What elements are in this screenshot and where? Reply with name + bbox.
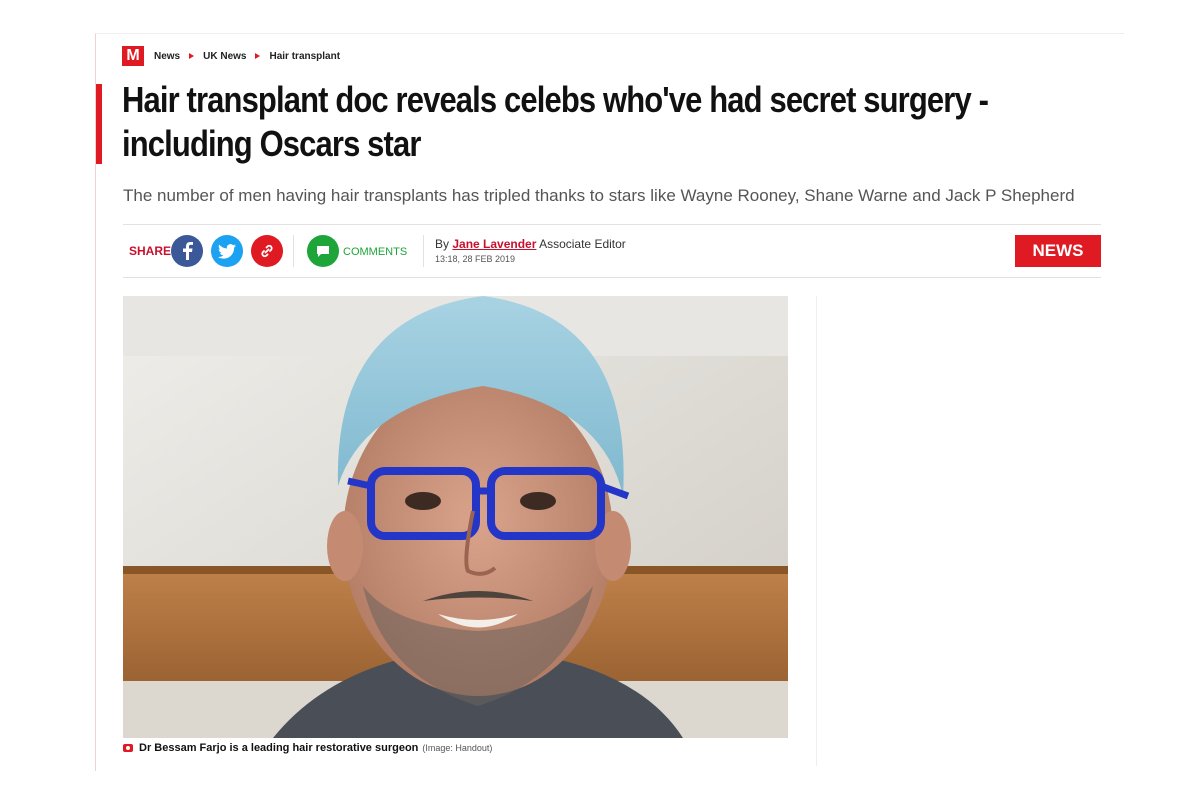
mirror-logo[interactable]: M (122, 46, 144, 66)
byline-divider (423, 235, 424, 267)
link-icon (261, 244, 273, 258)
author-role: Associate Editor (539, 237, 626, 251)
headline-accent-bar (96, 84, 102, 164)
breadcrumb-item-uk-news[interactable]: UK News (203, 51, 246, 62)
breadcrumb-arrow-icon (189, 53, 195, 59)
twitter-icon (218, 243, 236, 259)
article-headline: Hair transplant doc reveals celebs who'v… (122, 79, 989, 164)
surgeon-portrait-image (123, 296, 788, 738)
breadcrumb-arrow-icon (255, 53, 261, 59)
article-photo[interactable] (123, 296, 788, 738)
share-bar: SHARE COMMENTS By Jane Lavender Associat… (123, 224, 1101, 278)
share-label: SHARE (129, 244, 172, 258)
facebook-icon (183, 242, 193, 260)
share-divider (293, 235, 294, 267)
photo-caption: Dr Bessam Farjo is a leading hair restor… (123, 742, 492, 754)
image-credit: (Image: Handout) (422, 743, 493, 753)
sidebar-divider (816, 296, 817, 766)
breadcrumb-item-hair-transplant[interactable]: Hair transplant (269, 51, 340, 62)
comment-icon (317, 245, 329, 257)
author-link[interactable]: Jane Lavender (452, 237, 536, 251)
article-page: M News UK News Hair transplant Hair tran… (95, 33, 1124, 771)
facebook-share-button[interactable] (171, 235, 203, 267)
comments-button[interactable] (307, 235, 339, 267)
section-badge[interactable]: NEWS (1015, 235, 1101, 267)
caption-text: Dr Bessam Farjo is a leading hair restor… (139, 742, 419, 754)
camera-icon (123, 744, 133, 752)
twitter-share-button[interactable] (211, 235, 243, 267)
article-subheadline: The number of men having hair transplant… (123, 186, 1075, 205)
publish-timestamp: 13:18, 28 FEB 2019 (435, 254, 516, 264)
breadcrumb: M News UK News Hair transplant (122, 46, 340, 66)
copy-link-button[interactable] (251, 235, 283, 267)
byline: By Jane Lavender Associate Editor (435, 237, 626, 251)
byline-prefix: By (435, 237, 450, 251)
breadcrumb-item-news[interactable]: News (154, 51, 180, 62)
comments-label[interactable]: COMMENTS (343, 246, 407, 258)
